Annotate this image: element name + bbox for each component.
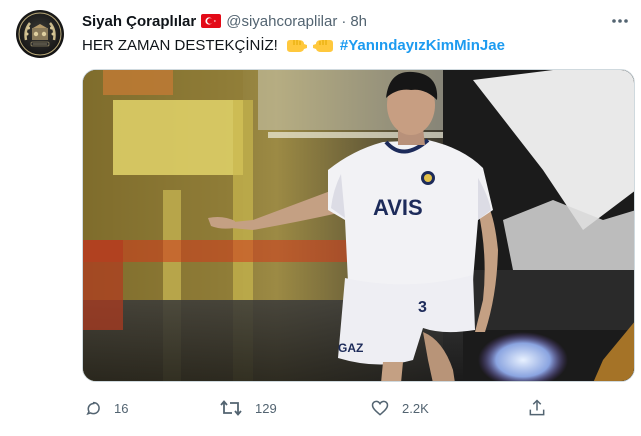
retweet-icon (220, 400, 242, 416)
reply-count: 16 (114, 400, 129, 416)
author-name[interactable]: Siyah Çoraplılar (82, 13, 196, 30)
tweet-timestamp[interactable]: 8h (350, 13, 367, 30)
heart-icon (371, 400, 389, 416)
tweet-actions: 16 129 2.2K (82, 396, 635, 420)
avatar[interactable] (16, 10, 64, 58)
svg-text:3: 3 (418, 299, 427, 316)
reply-icon (86, 401, 100, 416)
more-options-button[interactable] (606, 9, 634, 33)
fist-right-emoji-icon (312, 37, 334, 55)
svg-text:GAZ: GAZ (338, 341, 363, 355)
football-player-photo: AVIS GAZ 3 (83, 70, 634, 381)
separator-dot: · (341, 12, 347, 30)
tweet-text: HER ZAMAN DESTEKÇİNİZ! #YanındayızKimMin… (82, 36, 505, 56)
share-icon (529, 399, 545, 416)
retweet-button[interactable]: 129 (219, 396, 277, 420)
tweet-image[interactable]: AVIS GAZ 3 (82, 69, 635, 382)
author-handle[interactable]: @siyahcoraplilar (226, 13, 337, 30)
like-button[interactable]: 2.2K (370, 396, 429, 420)
fist-left-emoji-icon (286, 37, 308, 55)
tweet-header: Siyah Çoraplılar @siyahcoraplilar · 8h (82, 11, 367, 31)
svg-text:AVIS: AVIS (373, 195, 423, 220)
more-icon (612, 19, 628, 23)
hashtag-link[interactable]: #YanındayızKimMinJae (340, 36, 505, 56)
tweet-body: HER ZAMAN DESTEKÇİNİZ! (82, 37, 278, 54)
share-button[interactable] (527, 396, 547, 420)
team-logo-icon (18, 12, 62, 56)
turkey-flag-icon (201, 14, 222, 28)
retweet-count: 129 (255, 400, 277, 416)
tweet[interactable]: Siyah Çoraplılar @siyahcoraplilar · 8h H… (0, 0, 641, 436)
reply-button[interactable]: 16 (82, 396, 128, 420)
like-count: 2.2K (402, 400, 429, 416)
